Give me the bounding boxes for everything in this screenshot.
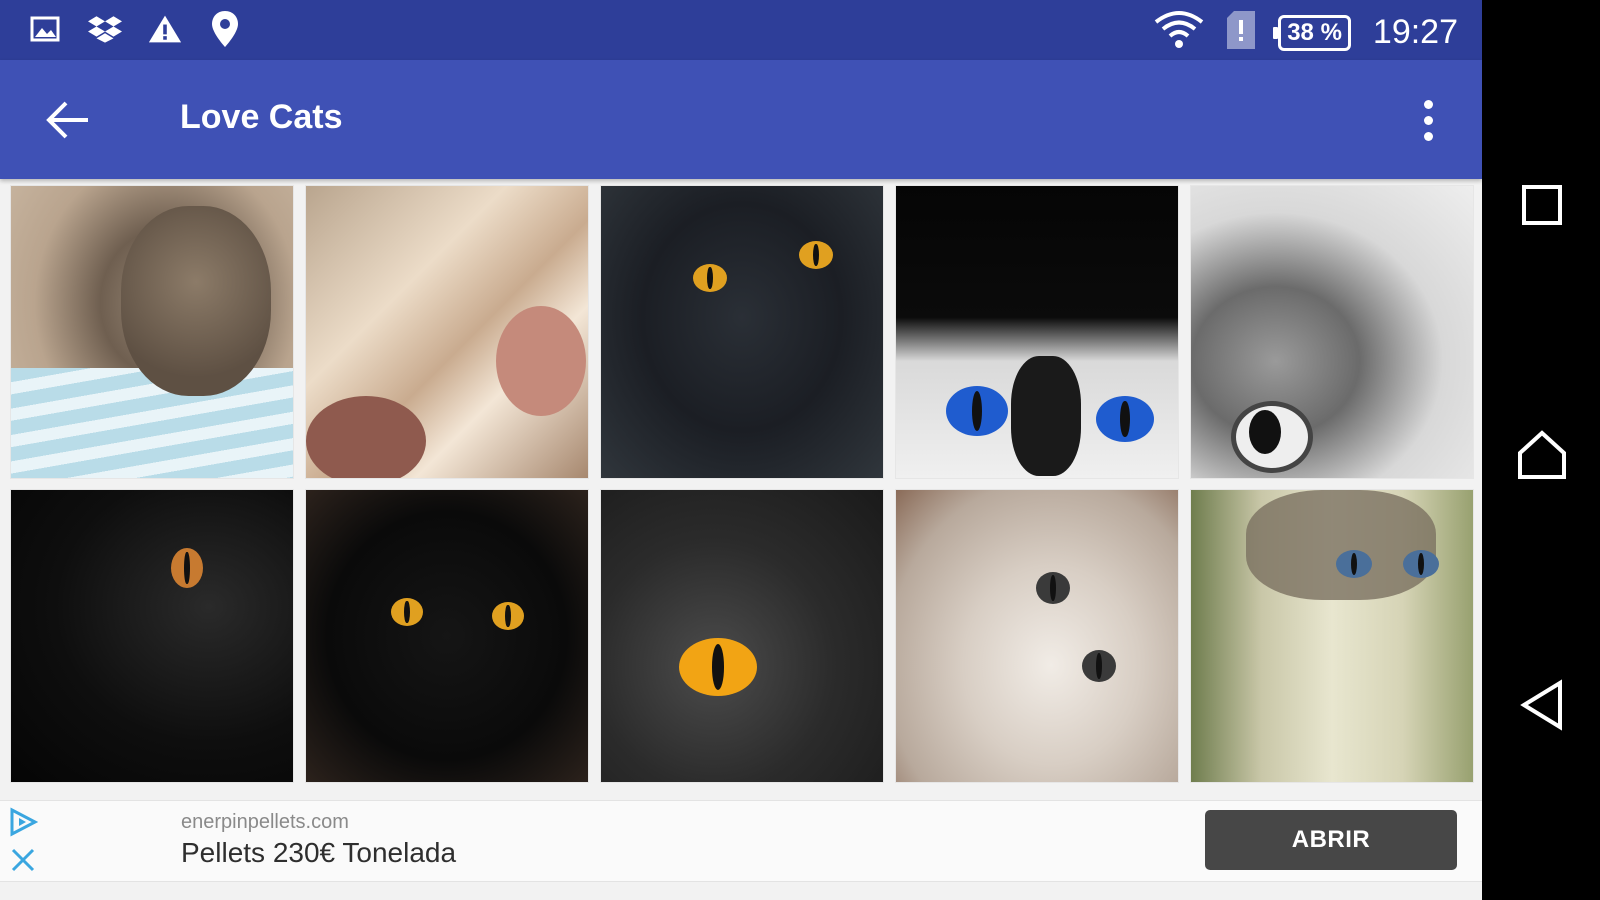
back-arrow-icon bbox=[46, 101, 88, 139]
more-vert-icon bbox=[1423, 99, 1433, 109]
recents-icon bbox=[1522, 185, 1562, 225]
recents-button[interactable] bbox=[1512, 175, 1572, 235]
back-triangle-icon bbox=[1520, 679, 1562, 731]
ad-banner[interactable]: enerpinpellets.com Pellets 230€ Tonelada… bbox=[0, 800, 1482, 882]
ad-domain: enerpinpellets.com bbox=[181, 811, 349, 833]
status-bar: 38 % 19:27 bbox=[0, 0, 1482, 60]
system-status: 38 % 19:27 bbox=[1154, 10, 1458, 55]
gallery-item[interactable] bbox=[895, 185, 1179, 479]
dropbox-icon bbox=[88, 12, 122, 46]
gallery-item[interactable] bbox=[1190, 185, 1474, 479]
wifi-icon bbox=[1154, 10, 1204, 55]
back-button[interactable] bbox=[1512, 675, 1572, 735]
app-bar: Love Cats bbox=[0, 60, 1482, 179]
back-arrow-button[interactable] bbox=[40, 92, 96, 148]
gallery-item[interactable] bbox=[600, 185, 884, 479]
sim-alert-icon bbox=[1226, 10, 1256, 55]
clock: 19:27 bbox=[1372, 13, 1458, 51]
ad-choices-icon[interactable] bbox=[8, 807, 39, 837]
battery-indicator: 38 % bbox=[1273, 14, 1351, 51]
gallery-item[interactable] bbox=[10, 489, 294, 783]
ad-open-button[interactable]: ABRIR bbox=[1205, 810, 1457, 870]
gallery-item[interactable] bbox=[1190, 489, 1474, 783]
gallery-item[interactable] bbox=[600, 489, 884, 783]
cat-gallery bbox=[10, 185, 1474, 783]
overflow-menu-button[interactable] bbox=[1404, 90, 1452, 150]
gallery-icon bbox=[28, 12, 62, 46]
gallery-item[interactable] bbox=[895, 489, 1179, 783]
close-icon[interactable] bbox=[8, 845, 38, 875]
notification-icons bbox=[28, 11, 242, 47]
home-icon bbox=[1518, 430, 1566, 479]
navigation-bar bbox=[1482, 0, 1600, 900]
gallery-item[interactable] bbox=[305, 489, 589, 783]
page-title: Love Cats bbox=[180, 98, 343, 136]
home-button[interactable] bbox=[1512, 425, 1572, 485]
location-pin-icon bbox=[208, 11, 242, 47]
ad-headline: Pellets 230€ Tonelada bbox=[181, 837, 457, 868]
gallery-item[interactable] bbox=[10, 185, 294, 479]
gallery-item[interactable] bbox=[305, 185, 589, 479]
warning-icon bbox=[148, 12, 182, 46]
